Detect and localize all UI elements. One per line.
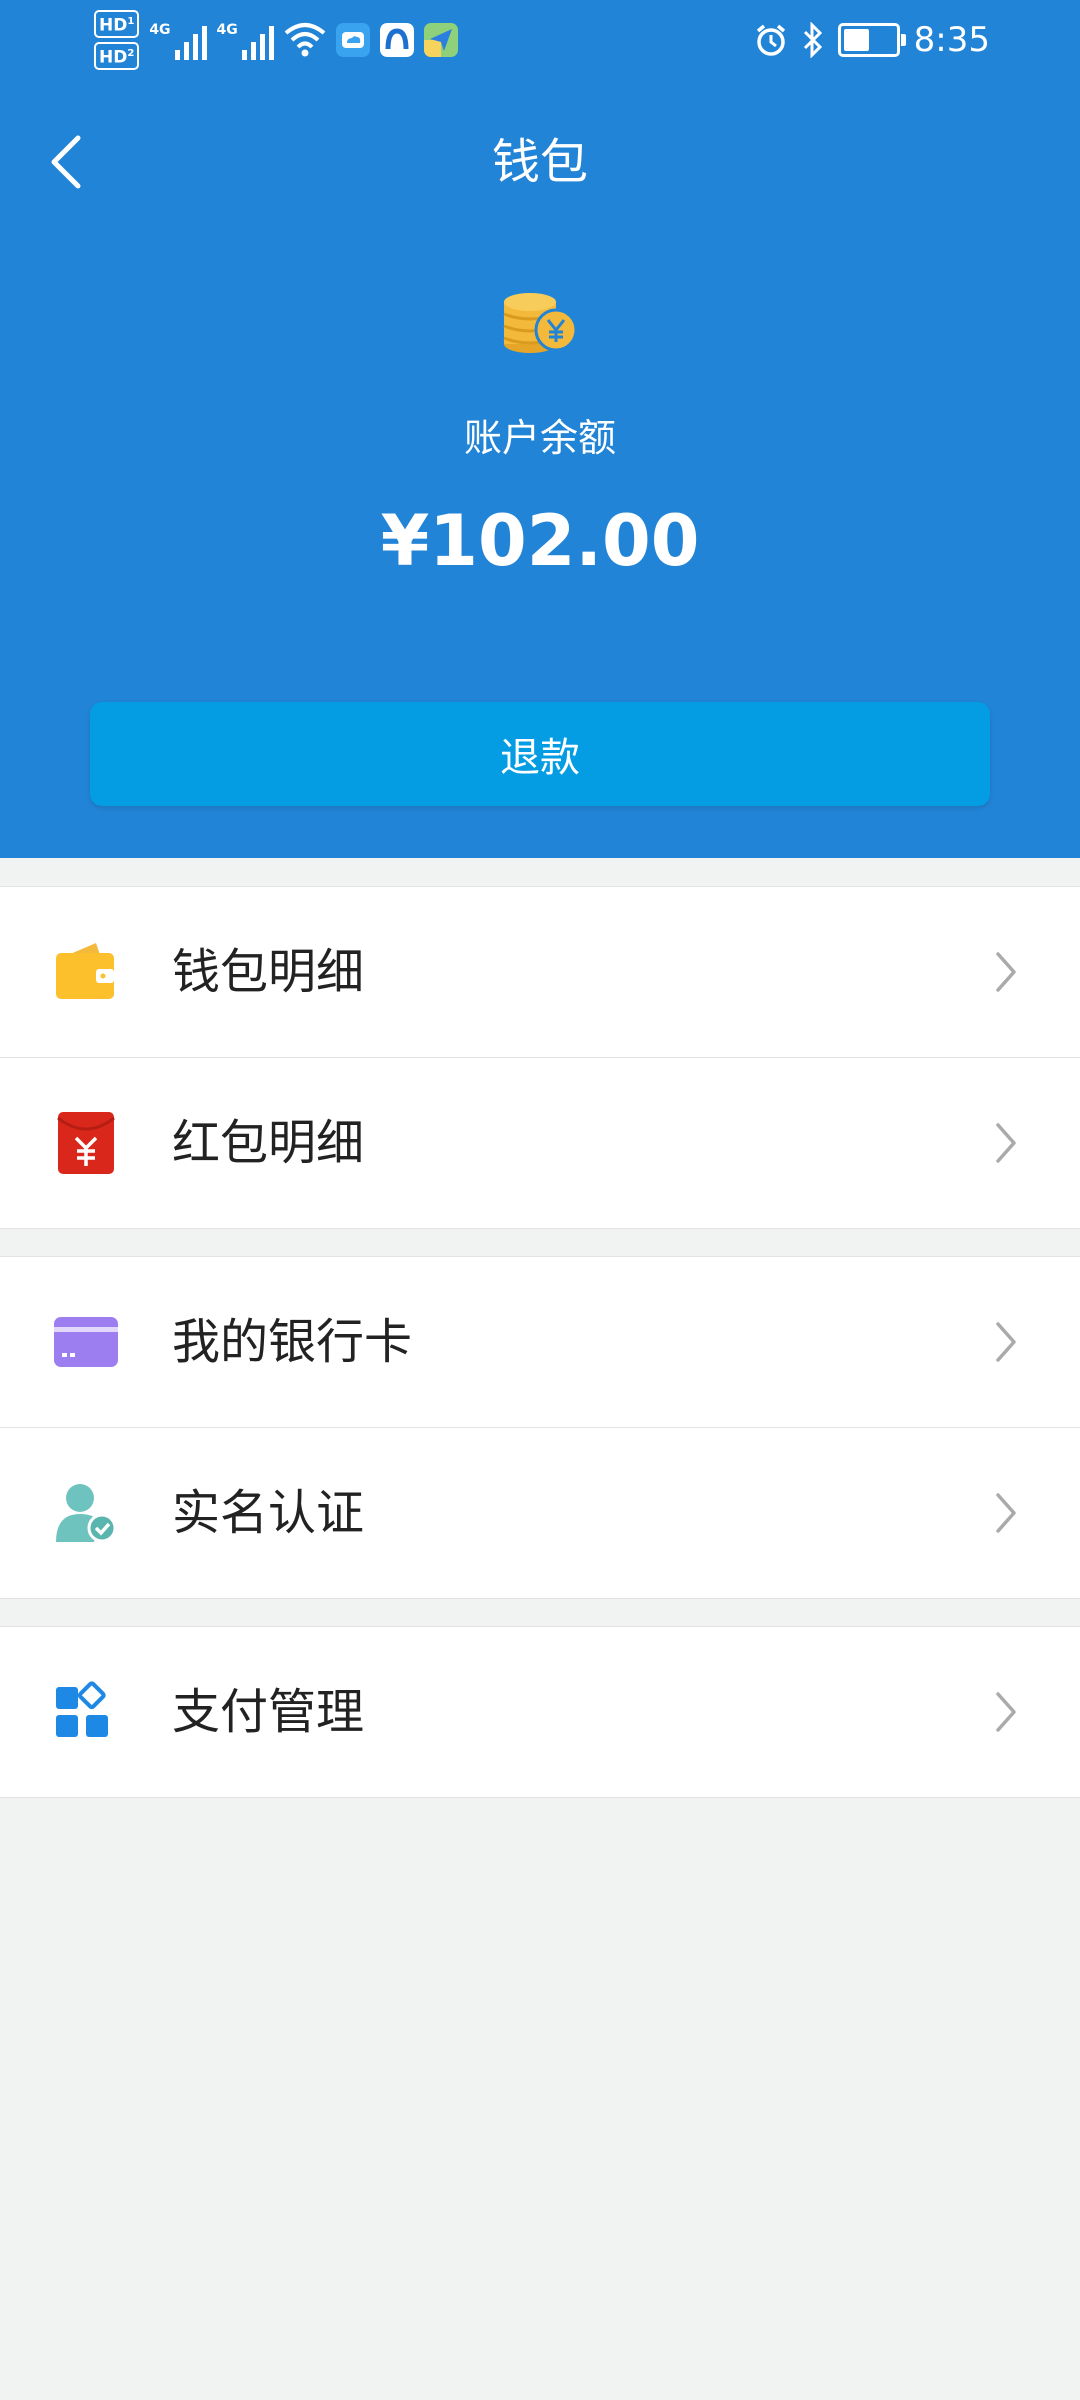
refund-button[interactable]: 退款 bbox=[90, 702, 990, 806]
menu-item-label: 我的银行卡 bbox=[172, 1314, 413, 1370]
bluetooth-icon bbox=[803, 22, 822, 58]
status-bar: HD1 HD2 4G 4G 8:35 bbox=[0, 0, 1080, 80]
status-bar-left: HD1 HD2 4G 4G bbox=[94, 8, 458, 72]
wifi-icon bbox=[284, 23, 326, 57]
menu-group-2: 我的银行卡 实名认证 bbox=[0, 1256, 1080, 1599]
menu-item-real-name-verification[interactable]: 实名认证 bbox=[0, 1427, 1080, 1598]
signal-icon-1: 4G bbox=[149, 20, 207, 60]
verified-user-icon bbox=[56, 1484, 117, 1543]
menu-item-label: 支付管理 bbox=[172, 1684, 365, 1740]
menu-item-payment-management[interactable]: 支付管理 bbox=[0, 1627, 1080, 1797]
signal-icon-2: 4G bbox=[217, 20, 274, 60]
browser-app-icon bbox=[379, 23, 414, 57]
menu-item-label: 实名认证 bbox=[172, 1485, 365, 1541]
wallet-icon bbox=[56, 943, 114, 999]
menu-group-3: 支付管理 bbox=[0, 1626, 1080, 1798]
navigation-app-icon bbox=[423, 23, 458, 57]
chevron-right-icon bbox=[996, 952, 1016, 992]
menu-item-label: 红包明细 bbox=[172, 1115, 365, 1171]
bank-card-icon bbox=[54, 1317, 118, 1367]
alarm-icon bbox=[756, 24, 785, 56]
chevron-right-icon bbox=[996, 1493, 1016, 1533]
page-title: 钱包 bbox=[491, 134, 588, 190]
payment-manage-icon bbox=[56, 1681, 108, 1737]
balance-value: ¥102.00 bbox=[380, 500, 700, 582]
hd-indicators: HD1 HD2 bbox=[94, 10, 140, 70]
menu-item-bank-cards[interactable]: 我的银行卡 bbox=[0, 1257, 1080, 1427]
chevron-right-icon bbox=[996, 1692, 1016, 1732]
menu-item-red-packet-details[interactable]: 红包明细 bbox=[0, 1057, 1080, 1228]
cloud-app-icon bbox=[335, 23, 370, 57]
battery-icon bbox=[837, 23, 906, 57]
menu-item-label: 钱包明细 bbox=[172, 944, 365, 1000]
hd-icon-2: HD2 bbox=[94, 42, 140, 70]
menu-group-1: 钱包明细 红包明细 bbox=[0, 886, 1080, 1229]
chevron-right-icon bbox=[996, 1123, 1016, 1163]
hd-icon-1: HD1 bbox=[94, 10, 140, 38]
clock-time: 8:35 bbox=[913, 20, 990, 60]
chevron-right-icon bbox=[996, 1322, 1016, 1362]
balance-label: 账户余额 bbox=[463, 416, 616, 460]
coins-icon bbox=[503, 293, 578, 353]
status-bar-right: 8:35 bbox=[754, 8, 990, 72]
menu-item-wallet-details[interactable]: 钱包明细 bbox=[0, 887, 1080, 1057]
header-panel: HD1 HD2 4G 4G 8:35 钱包 账户余额 ¥102.00 退款 bbox=[0, 0, 1080, 858]
red-packet-icon bbox=[57, 1112, 115, 1174]
